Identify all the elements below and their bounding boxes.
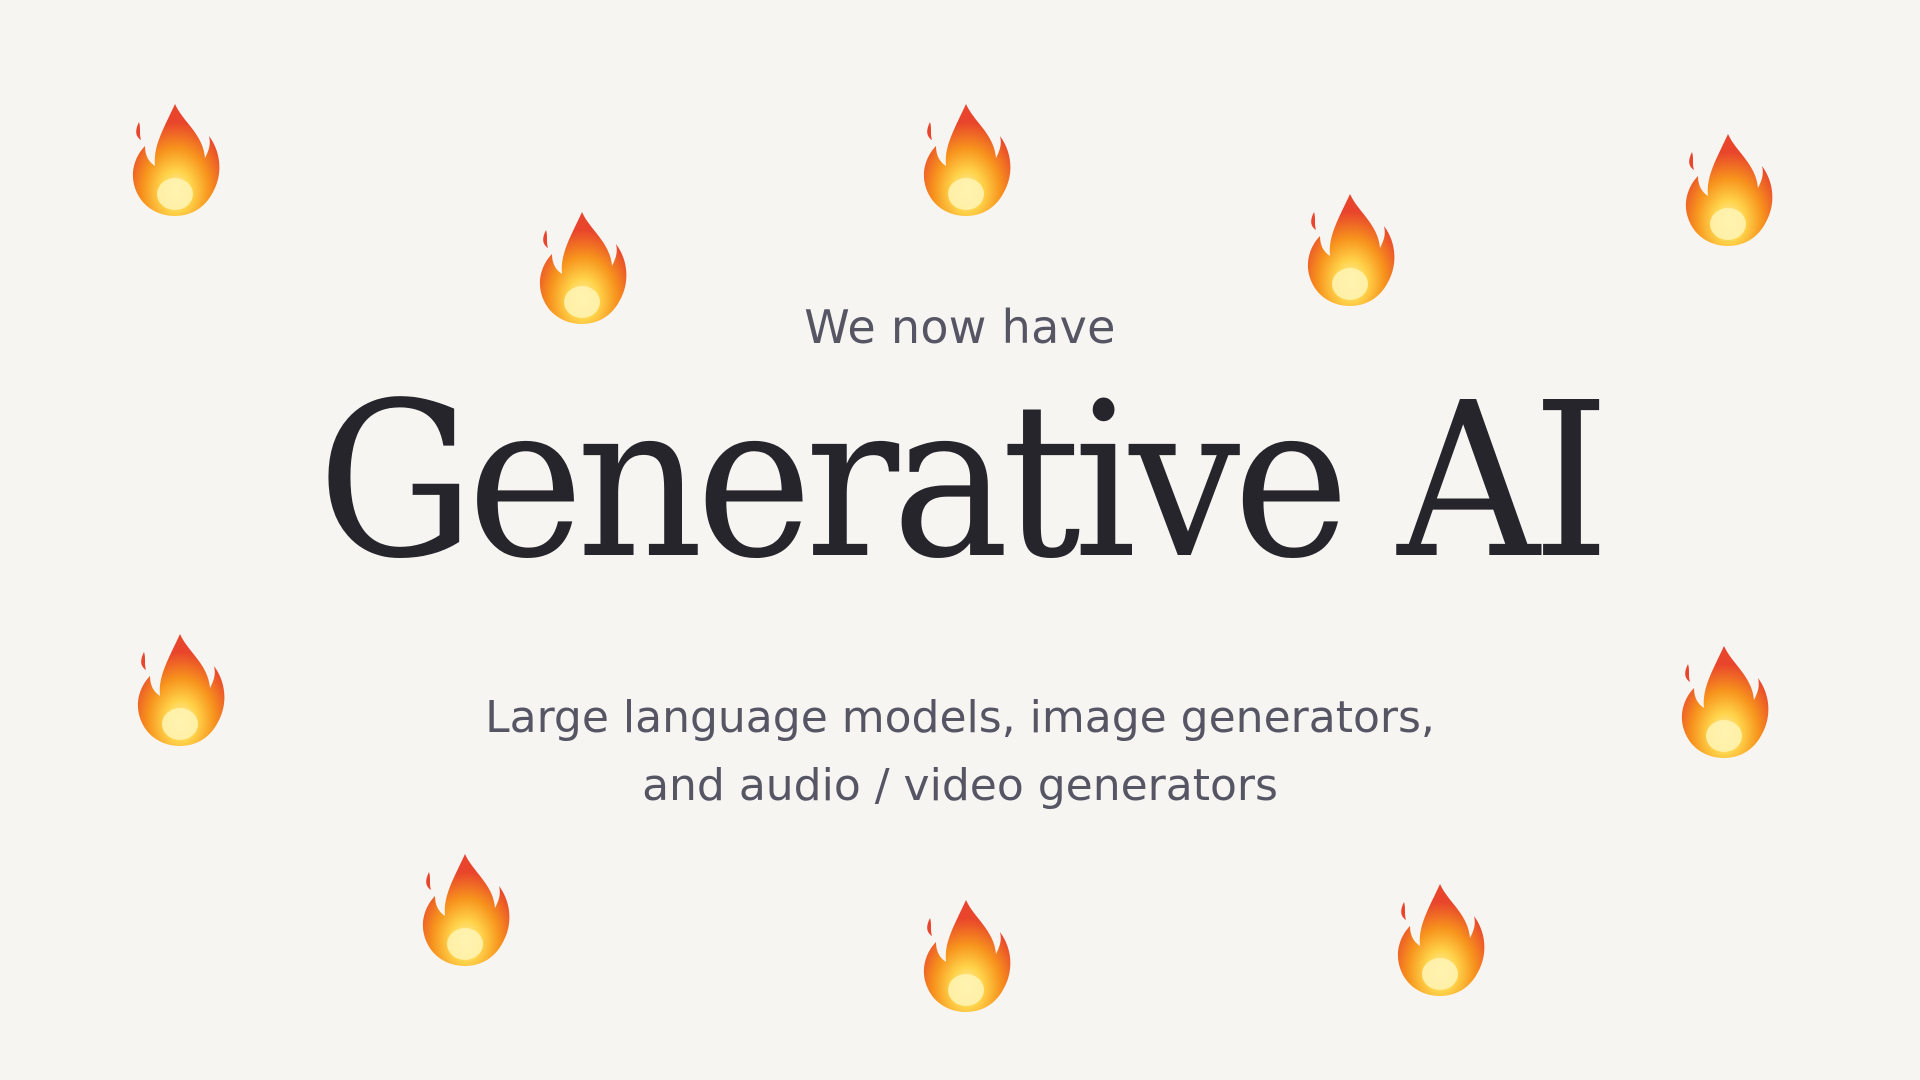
fire-icon [532,208,632,328]
subtitle-line-2: and audio / video generators [642,760,1278,811]
fire-icon [916,896,1016,1016]
fire-icon [125,100,225,220]
fire-icon [1300,190,1400,310]
slide-kicker: We now have [804,300,1116,354]
slide: We now have Generative AI Large language… [0,0,1920,1080]
slide-title: Generative AI [317,357,1610,606]
subtitle-line-1: Large language models, image generators, [485,692,1435,743]
fire-icon [1390,880,1490,1000]
fire-icon [415,850,515,970]
fire-icon [130,630,230,750]
fire-icon [916,100,1016,220]
fire-icon [1678,130,1778,250]
fire-icon [1674,642,1774,762]
slide-subtitle: Large language models, image generators,… [0,684,1920,820]
